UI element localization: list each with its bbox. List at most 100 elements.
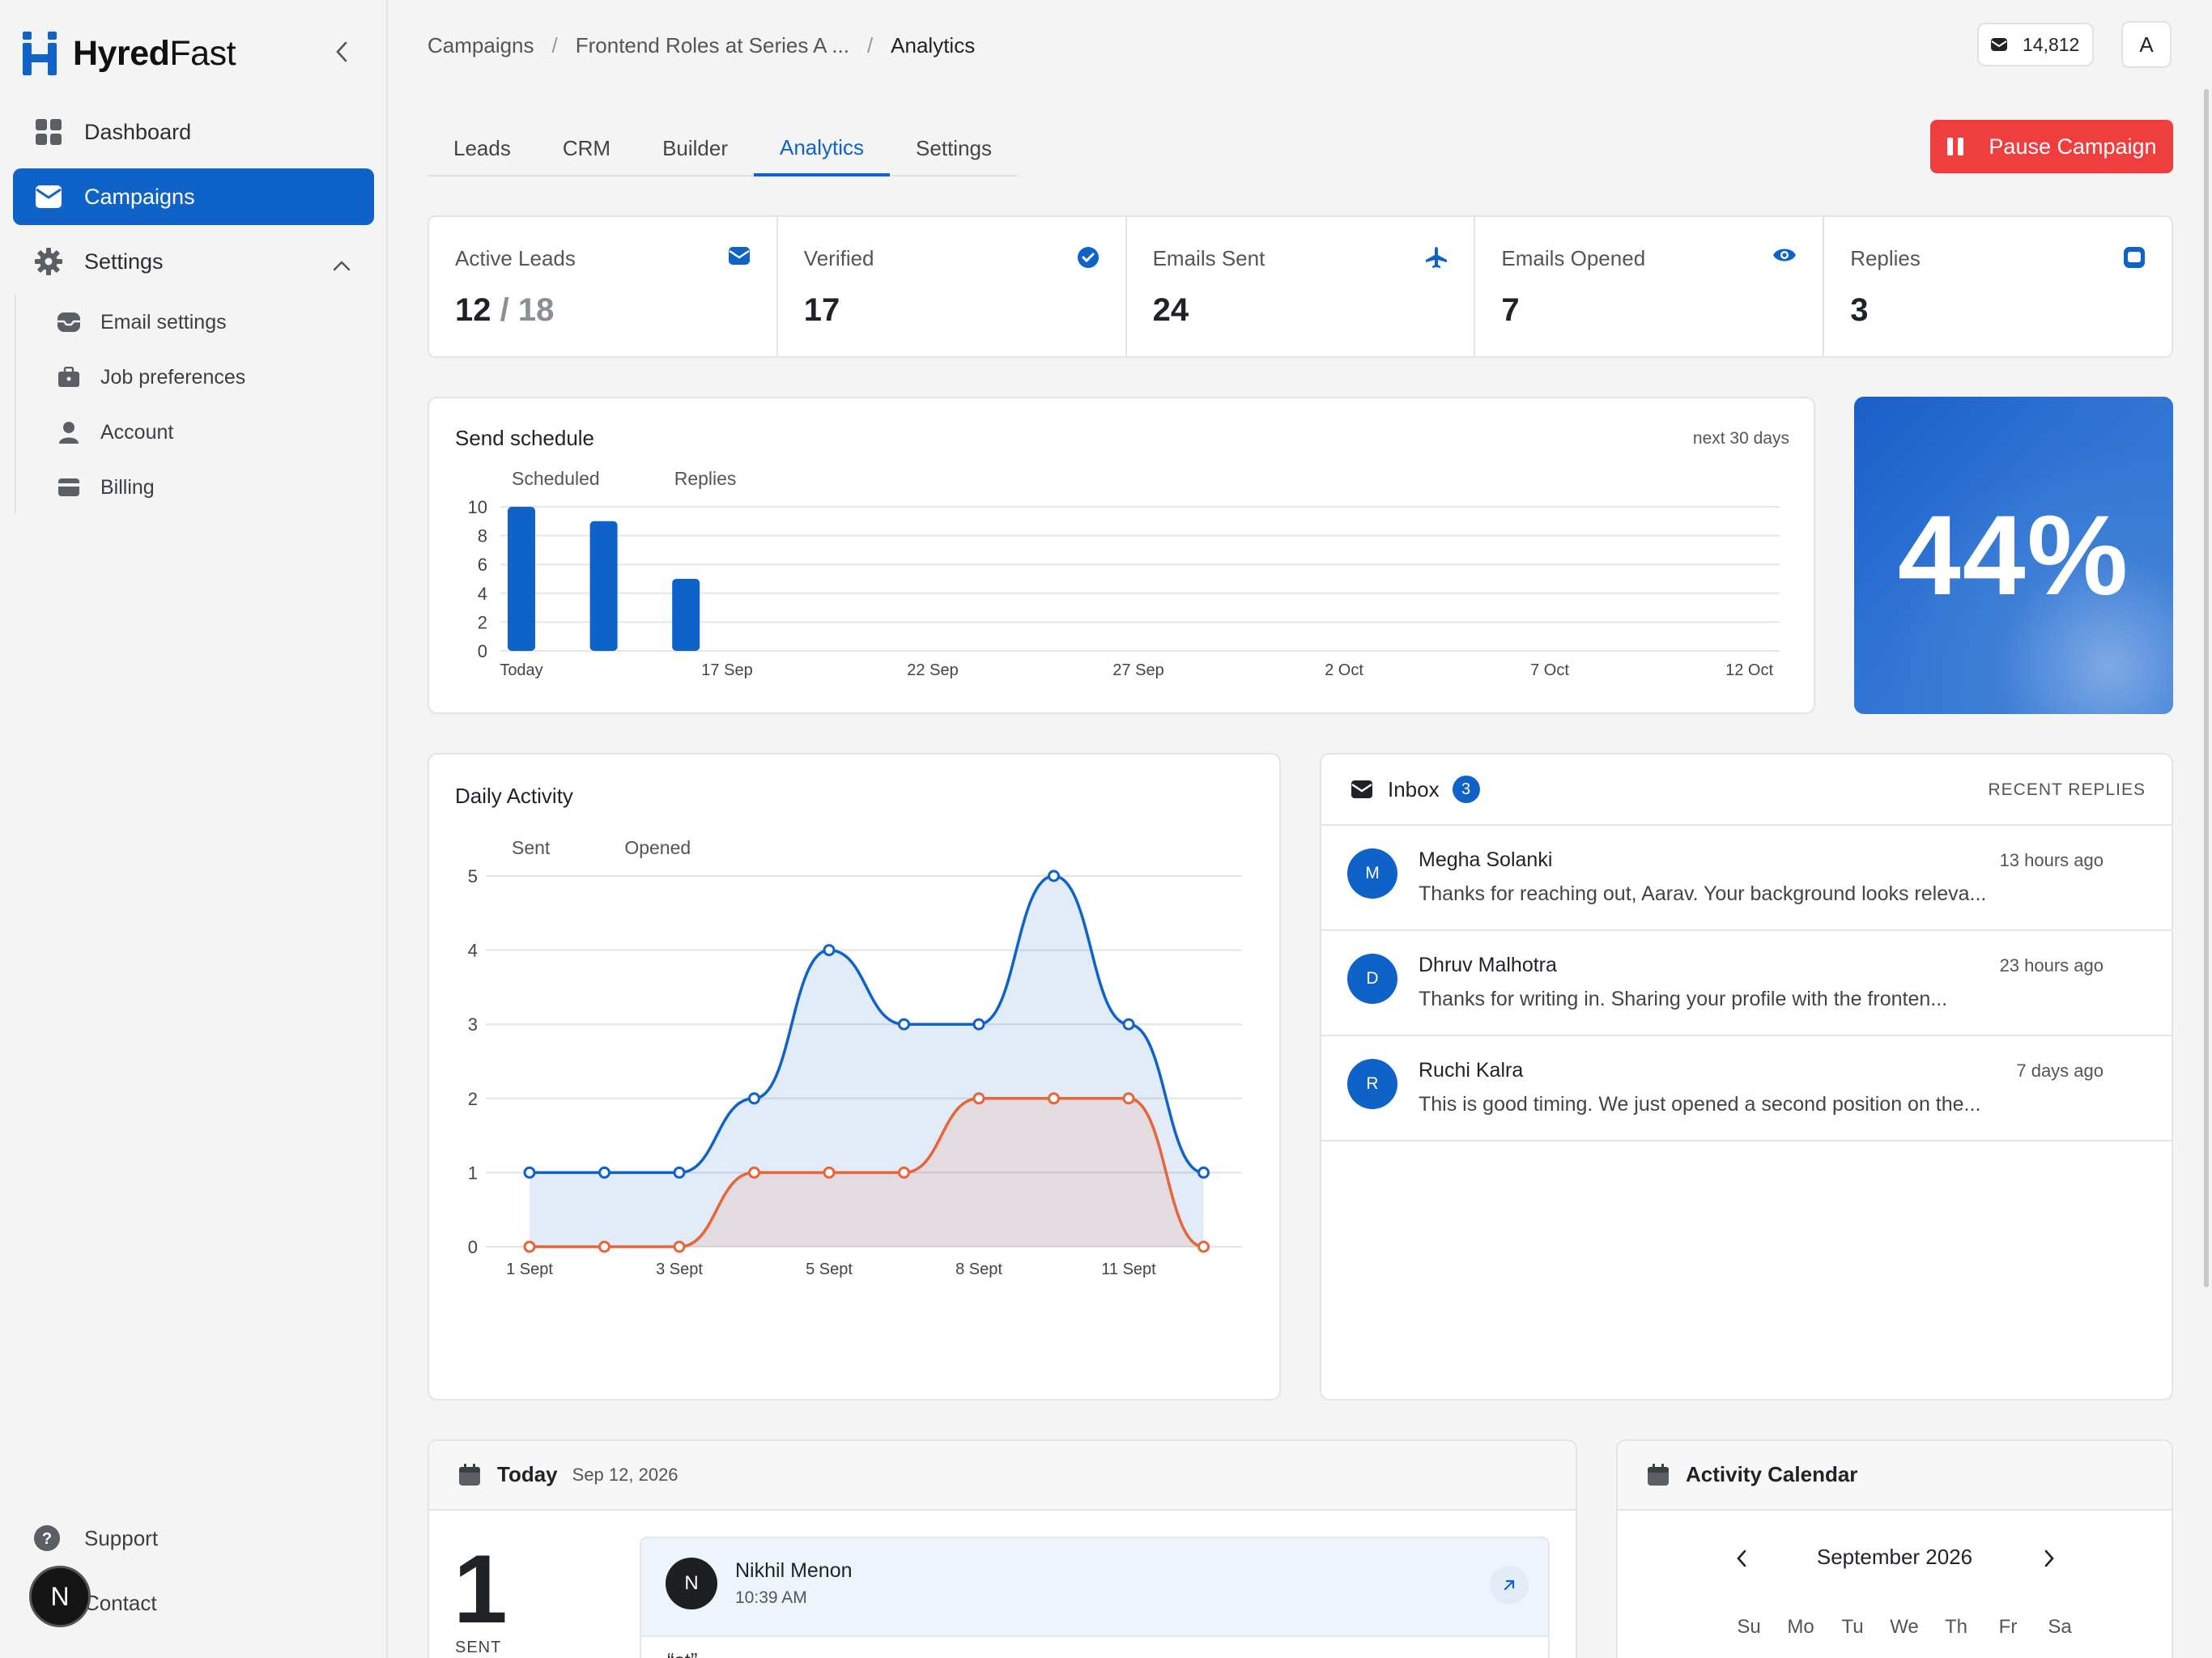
y-tick-label: 2 bbox=[478, 612, 487, 632]
y-tick-label: 0 bbox=[478, 641, 487, 661]
send-schedule-chart: 0 2 4 6 8 10 Today 17 Sep 22 Sep 27 Sep 2 Oct 7 Oct… bbox=[468, 497, 1780, 679]
inbox-count-badge: 3 bbox=[1452, 776, 1480, 803]
message-preview: This is good timing. We just opened a se… bbox=[1419, 1093, 1981, 1116]
chevron-up-icon[interactable] bbox=[332, 253, 351, 278]
y-tick-label: 4 bbox=[468, 941, 478, 961]
briefcase-icon bbox=[57, 365, 81, 389]
calendar-icon bbox=[1647, 1463, 1670, 1486]
point-opened bbox=[523, 1240, 536, 1253]
stat-value: 17 bbox=[803, 292, 840, 328]
bar-scheduled bbox=[589, 521, 618, 651]
tab-settings[interactable]: Settings bbox=[890, 121, 1018, 175]
x-tick-label: 27 Sep bbox=[1112, 661, 1163, 679]
plane-icon bbox=[1425, 246, 1448, 273]
submenu-divider bbox=[15, 295, 16, 513]
y-tick-label: 2 bbox=[468, 1089, 478, 1109]
point-sent bbox=[523, 1166, 536, 1179]
recent-replies-label: RECENT REPLIES bbox=[1988, 780, 2146, 799]
daily-activity-chart: 0 1 2 3 4 5 1 Sept 3 Sept 5 Sept 8 Sept 11 Sept bbox=[468, 866, 1242, 1278]
avatar: R bbox=[1347, 1059, 1397, 1109]
bar-scheduled bbox=[672, 579, 700, 651]
point-opened bbox=[748, 1166, 760, 1179]
mail-icon bbox=[34, 182, 63, 211]
point-opened bbox=[1048, 1092, 1060, 1105]
x-tick-label: 5 Sept bbox=[806, 1261, 853, 1278]
pause-campaign-button[interactable]: Pause Campaign bbox=[1930, 120, 2173, 173]
x-tick-label: 3 Sept bbox=[656, 1261, 703, 1278]
today-header: Today Sep 12, 2026 bbox=[429, 1441, 1576, 1511]
message-preview: Thanks for writing in. Sharing your prof… bbox=[1419, 988, 1948, 1010]
credits-badge[interactable]: 14,812 bbox=[1977, 23, 2094, 66]
tab-analytics[interactable]: Analytics bbox=[754, 121, 891, 176]
send-schedule-card: Send schedule next 30 days Scheduled Rep… bbox=[428, 397, 1815, 714]
stat-value: 24 bbox=[1152, 292, 1189, 328]
weekday-label: Fr bbox=[1998, 1616, 2018, 1638]
inbox-title: Inbox 3 bbox=[1351, 776, 1480, 803]
email-recipient: Nikhil Menon bbox=[735, 1559, 853, 1582]
email-body-preview: “st” bbox=[641, 1635, 1548, 1658]
point-sent bbox=[823, 944, 836, 957]
calendar-title-text: Activity Calendar bbox=[1686, 1462, 1858, 1486]
pause-icon bbox=[1946, 137, 1964, 156]
sidebar-item-dashboard[interactable]: Dashboard bbox=[13, 104, 374, 160]
y-tick-label: 5 bbox=[468, 866, 478, 886]
breadcrumb-item[interactable]: Campaigns bbox=[428, 33, 534, 58]
message-sender: Megha Solanki bbox=[1419, 848, 1553, 871]
campaign-tabs: Leads CRM Builder Analytics Settings bbox=[428, 121, 1018, 176]
breadcrumb-item[interactable]: Frontend Roles at Series A ... bbox=[576, 33, 849, 58]
account-avatar[interactable]: A bbox=[2121, 21, 2172, 68]
calendar-next-button[interactable] bbox=[2037, 1546, 2061, 1571]
sidebar-item-support[interactable]: ? Support bbox=[32, 1516, 158, 1561]
sidebar-item-campaigns[interactable]: Campaigns bbox=[13, 168, 374, 225]
mail-icon bbox=[728, 246, 751, 270]
inbox-message[interactable]: R Ruchi Kalra 7 days ago This is good ti… bbox=[1321, 1036, 2172, 1141]
avatar: N bbox=[666, 1558, 717, 1609]
tab-leads[interactable]: Leads bbox=[428, 121, 537, 175]
card-icon bbox=[57, 475, 81, 500]
message-preview: Thanks for reaching out, Aarav. Your bac… bbox=[1419, 882, 1987, 905]
stat-total: / 18 bbox=[500, 292, 555, 328]
stat-emails-sent: Emails Sent 24 bbox=[1127, 217, 1476, 356]
y-tick-label: 1 bbox=[468, 1163, 478, 1183]
weekday-label: Su bbox=[1737, 1616, 1761, 1638]
tab-crm[interactable]: CRM bbox=[537, 121, 636, 175]
brand[interactable]: HyredFast bbox=[21, 29, 236, 78]
breadcrumb-current: Analytics bbox=[891, 32, 976, 57]
sidebar-item-label: Contact bbox=[84, 1590, 157, 1615]
x-tick-label: 1 Sept bbox=[506, 1261, 553, 1278]
help-icon: ? bbox=[32, 1524, 62, 1553]
point-opened bbox=[673, 1240, 686, 1253]
inbox-header: Inbox 3 RECENT REPLIES bbox=[1321, 755, 2172, 826]
sidebar-subitem-billing[interactable]: Billing bbox=[57, 467, 155, 508]
today-date: Sep 12, 2026 bbox=[572, 1464, 678, 1485]
sent-email-card[interactable]: N Nikhil Menon 10:39 AM “st” bbox=[640, 1537, 1550, 1658]
point-sent bbox=[972, 1018, 985, 1031]
sidebar-item-label: Campaigns bbox=[84, 184, 195, 209]
grid-icon bbox=[34, 117, 63, 147]
sidebar-subitem-email-settings[interactable]: Email settings bbox=[57, 302, 227, 342]
point-opened bbox=[598, 1240, 610, 1253]
tab-builder[interactable]: Builder bbox=[636, 121, 754, 175]
user-avatar[interactable]: N bbox=[29, 1566, 91, 1627]
sidebar-subitem-account[interactable]: Account bbox=[57, 412, 173, 453]
point-opened bbox=[972, 1092, 985, 1105]
inbox-icon bbox=[57, 310, 81, 334]
message-sender: Ruchi Kalra bbox=[1419, 1059, 1524, 1082]
calendar-header: Activity Calendar bbox=[1618, 1441, 2172, 1511]
inbox-message[interactable]: M Megha Solanki 13 hours ago Thanks for … bbox=[1321, 826, 2172, 931]
page-scrollbar[interactable] bbox=[2204, 89, 2209, 1287]
weekday-label: We bbox=[1890, 1616, 1919, 1638]
stats-row: Active Leads 12 / 18 Verified 17 Emails … bbox=[428, 215, 2173, 358]
inbox-message[interactable]: D Dhruv Malhotra 23 hours ago Thanks for… bbox=[1321, 931, 2172, 1036]
y-tick-label: 4 bbox=[478, 584, 487, 604]
collapse-sidebar-button[interactable] bbox=[325, 36, 358, 68]
stat-active-leads: Active Leads 12 / 18 bbox=[429, 217, 778, 356]
x-tick-label: 12 Oct bbox=[1725, 661, 1773, 679]
sidebar-item-settings[interactable]: Settings bbox=[13, 233, 374, 290]
x-tick-label: 17 Sep bbox=[701, 661, 752, 679]
email-time: 10:39 AM bbox=[735, 1588, 807, 1607]
x-tick-label: 7 Oct bbox=[1530, 661, 1569, 679]
user-icon bbox=[57, 420, 81, 444]
open-email-button[interactable] bbox=[1490, 1566, 1529, 1605]
sidebar-subitem-job-preferences[interactable]: Job preferences bbox=[57, 357, 245, 397]
